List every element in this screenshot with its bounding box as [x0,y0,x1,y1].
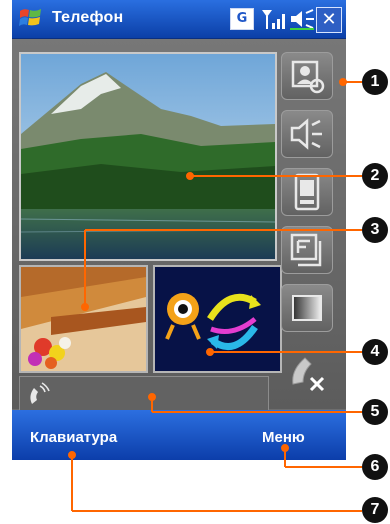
callout-badge-4: 4 [362,339,388,365]
callout-badge-5: 5 [362,399,388,425]
callout-lines [68,78,362,512]
callout-badge-1: 1 [362,69,388,95]
callout-badge-3: 3 [362,217,388,243]
callout-badge-2: 2 [362,163,388,189]
callout-badge-7: 7 [362,497,388,523]
callout-badge-6: 6 [362,454,388,480]
